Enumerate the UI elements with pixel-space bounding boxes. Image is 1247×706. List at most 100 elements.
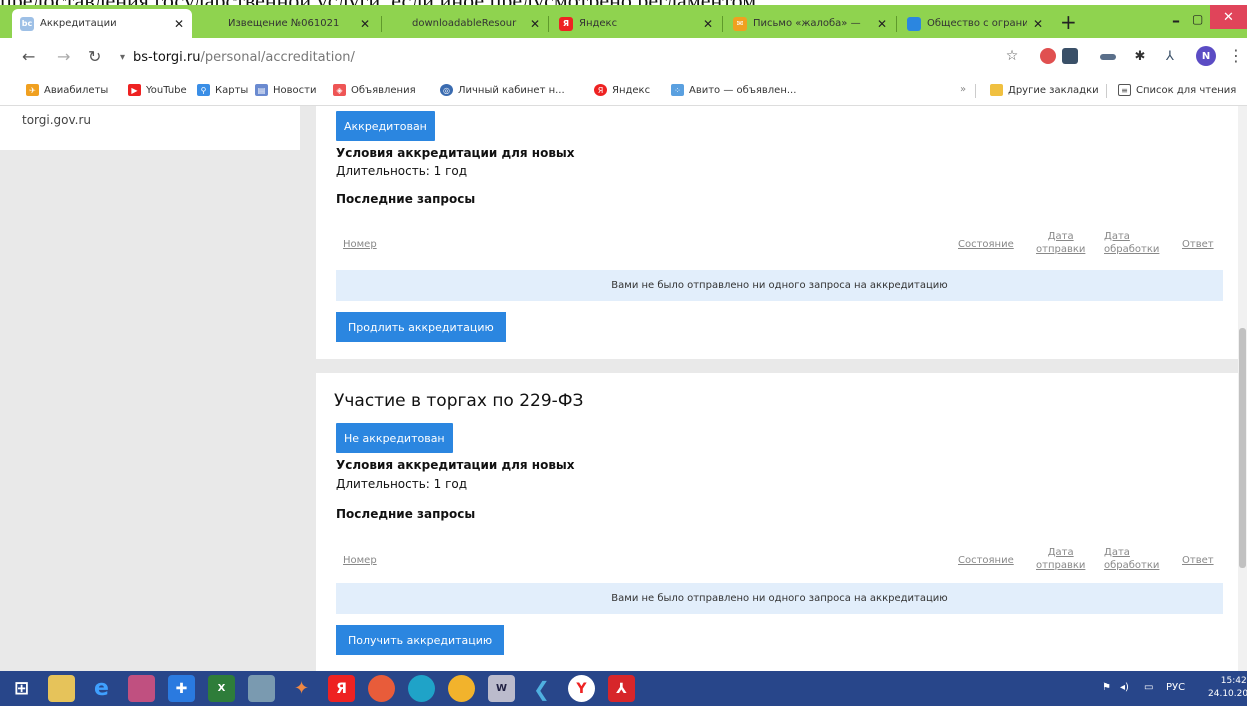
paint-icon[interactable] [128,675,155,702]
reading-list-label: Список для чтения [1136,84,1237,96]
bookmark-news[interactable]: ▤ Новости [255,84,316,96]
close-icon[interactable]: ✕ [530,17,540,31]
column-answer[interactable]: Ответ [1182,554,1214,567]
bookmark-cabinet[interactable]: ◎ Личный кабинет н... [440,84,565,96]
cabinet-icon: ◎ [440,84,453,96]
column-sent-date[interactable]: Дата отправки [1036,546,1085,572]
app-disc-icon[interactable] [368,675,395,702]
language-indicator[interactable]: РУС [1166,682,1185,693]
chrome-icon[interactable] [448,675,475,702]
address-bar[interactable]: ▾ bs-torgi.ru /personal/accreditation/ [110,43,1030,71]
yandex-browser-icon[interactable]: Я [328,675,355,702]
menu-dots-icon[interactable]: ⋮ [1228,46,1244,65]
bookmark-label: Объявления [351,84,416,96]
app-cube-icon[interactable] [248,675,275,702]
file-explorer-icon[interactable] [48,675,75,702]
star-icon[interactable]: ☆ [1004,48,1020,64]
window-close-button[interactable]: ✕ [1210,5,1247,29]
tab-downloadable[interactable]: downloadableResour ✕ [384,9,548,38]
extension-line-icon[interactable] [1100,54,1116,60]
app-arrow-icon[interactable]: ❮ [528,675,555,702]
site-info-icon[interactable]: ▾ [120,52,125,63]
shield-icon[interactable]: ✚ [168,675,195,702]
close-icon[interactable]: ✕ [1033,17,1043,31]
back-button[interactable]: ← [22,47,35,66]
close-icon[interactable]: ✕ [877,17,887,31]
bookmark-ads[interactable]: ◈ Объявления [333,84,416,96]
extend-accreditation-button[interactable]: Продлить аккредитацию [336,312,506,342]
url-path: /personal/accreditation/ [200,49,355,65]
app-star-icon[interactable]: ✦ [288,675,315,702]
column-answer[interactable]: Ответ [1182,238,1214,251]
close-icon[interactable]: ✕ [360,17,370,31]
close-icon[interactable]: ✕ [703,17,713,31]
profile-avatar[interactable]: N [1196,46,1216,66]
minimize-button[interactable]: – [1172,11,1180,30]
tab-separator [896,16,897,32]
avito-icon: ⁘ [671,84,684,96]
bookmark-label: Личный кабинет н... [458,84,565,96]
tab-separator [381,16,382,32]
conditions-heading: Условия аккредитации для новых [336,146,575,160]
scrollbar-thumb[interactable] [1239,328,1246,568]
column-sent-date[interactable]: Дата отправки [1036,230,1085,256]
column-processed-date-line2: обработки [1104,560,1160,571]
bs-logo-icon: bc [20,16,34,31]
bookmark-avito[interactable]: ⁘ Авито — объявлен... [671,84,796,96]
system-clock[interactable]: 15:42 24.10.2021 [1208,675,1247,701]
other-bookmarks-label: Другие закладки [1008,84,1099,96]
url-host: bs-torgi.ru [133,49,201,65]
tab-company[interactable]: Общество с ограниче ✕ [899,9,1051,38]
maximize-button[interactable]: ▢ [1192,12,1203,26]
column-state[interactable]: Состояние [958,238,1014,251]
tab-mail[interactable]: ✉ Письмо «жалоба» — ✕ [725,9,895,38]
yandex-y-icon[interactable]: Y [568,675,595,702]
column-number[interactable]: Номер [343,554,377,567]
extension-person-icon[interactable]: ⅄ [1162,48,1178,64]
tab-notice[interactable]: Извещение №061021 ✕ [200,9,378,38]
bookmark-youtube[interactable]: ▶ YouTube [128,84,187,96]
column-state[interactable]: Состояние [958,554,1014,567]
column-sent-date-line2: отправки [1036,560,1086,571]
tray-flag-icon[interactable]: ⚑ [1102,682,1111,693]
bookmarks-overflow-button[interactable]: » [960,84,966,95]
other-bookmarks-folder[interactable]: Другие закладки [990,84,1099,96]
close-icon[interactable]: ✕ [174,17,184,31]
column-processed-date[interactable]: Дата обработки [1104,230,1159,256]
acrobat-icon[interactable]: ⅄ [608,675,635,702]
reload-button[interactable]: ↻ [88,47,101,66]
edge-icon[interactable] [408,675,435,702]
windows-start-icon[interactable]: ⊞ [8,675,35,702]
bookmark-aviabilety[interactable]: ✈ Авиабилеты [26,84,108,96]
clock-time: 15:42 [1220,676,1247,686]
status-accredited-button[interactable]: Аккредитован [336,111,435,141]
conditions-heading: Условия аккредитации для новых [336,458,575,472]
internet-explorer-icon[interactable]: e [88,675,115,702]
tab-yandex[interactable]: Я Яндекс ✕ [551,9,721,38]
column-sent-date-line2: отправки [1036,244,1086,255]
network-icon[interactable]: ▭ [1144,682,1153,693]
forward-button[interactable]: → [57,47,70,66]
column-number[interactable]: Номер [343,238,377,251]
tab-title: Яндекс [579,18,618,29]
extension-box-icon[interactable] [1062,48,1078,64]
bookmark-yandex[interactable]: Я Яндекс [594,84,650,96]
get-accreditation-button[interactable]: Получить аккредитацию [336,625,505,655]
card-title: Участие в торгах по 229-ФЗ [334,391,584,411]
sidebar-link-torgi[interactable]: torgi.gov.ru [22,113,91,127]
word-icon[interactable]: W [488,675,515,702]
reading-list-button[interactable]: ≡ Список для чтения [1118,84,1236,96]
column-processed-date-line2: обработки [1104,244,1160,255]
bookmark-maps[interactable]: ⚲ Карты [197,84,248,96]
new-tab-button[interactable]: + [1060,10,1077,34]
volume-icon[interactable]: ◂) [1120,682,1129,693]
extensions-puzzle-icon[interactable]: ✱ [1132,48,1148,64]
tab-accreditations[interactable]: bc Аккредитации ✕ [12,9,192,38]
status-not-accredited-button[interactable]: Не аккредитован [336,423,453,453]
extension-red-icon[interactable] [1040,48,1056,64]
browser-tab-bar: bc Аккредитации ✕ Извещение №061021 ✕ do… [0,5,1247,38]
yandex-icon: Я [594,84,607,96]
column-processed-date[interactable]: Дата обработки [1104,546,1159,572]
column-sent-date-line1: Дата [1047,231,1074,242]
excel-icon[interactable]: X [208,675,235,702]
